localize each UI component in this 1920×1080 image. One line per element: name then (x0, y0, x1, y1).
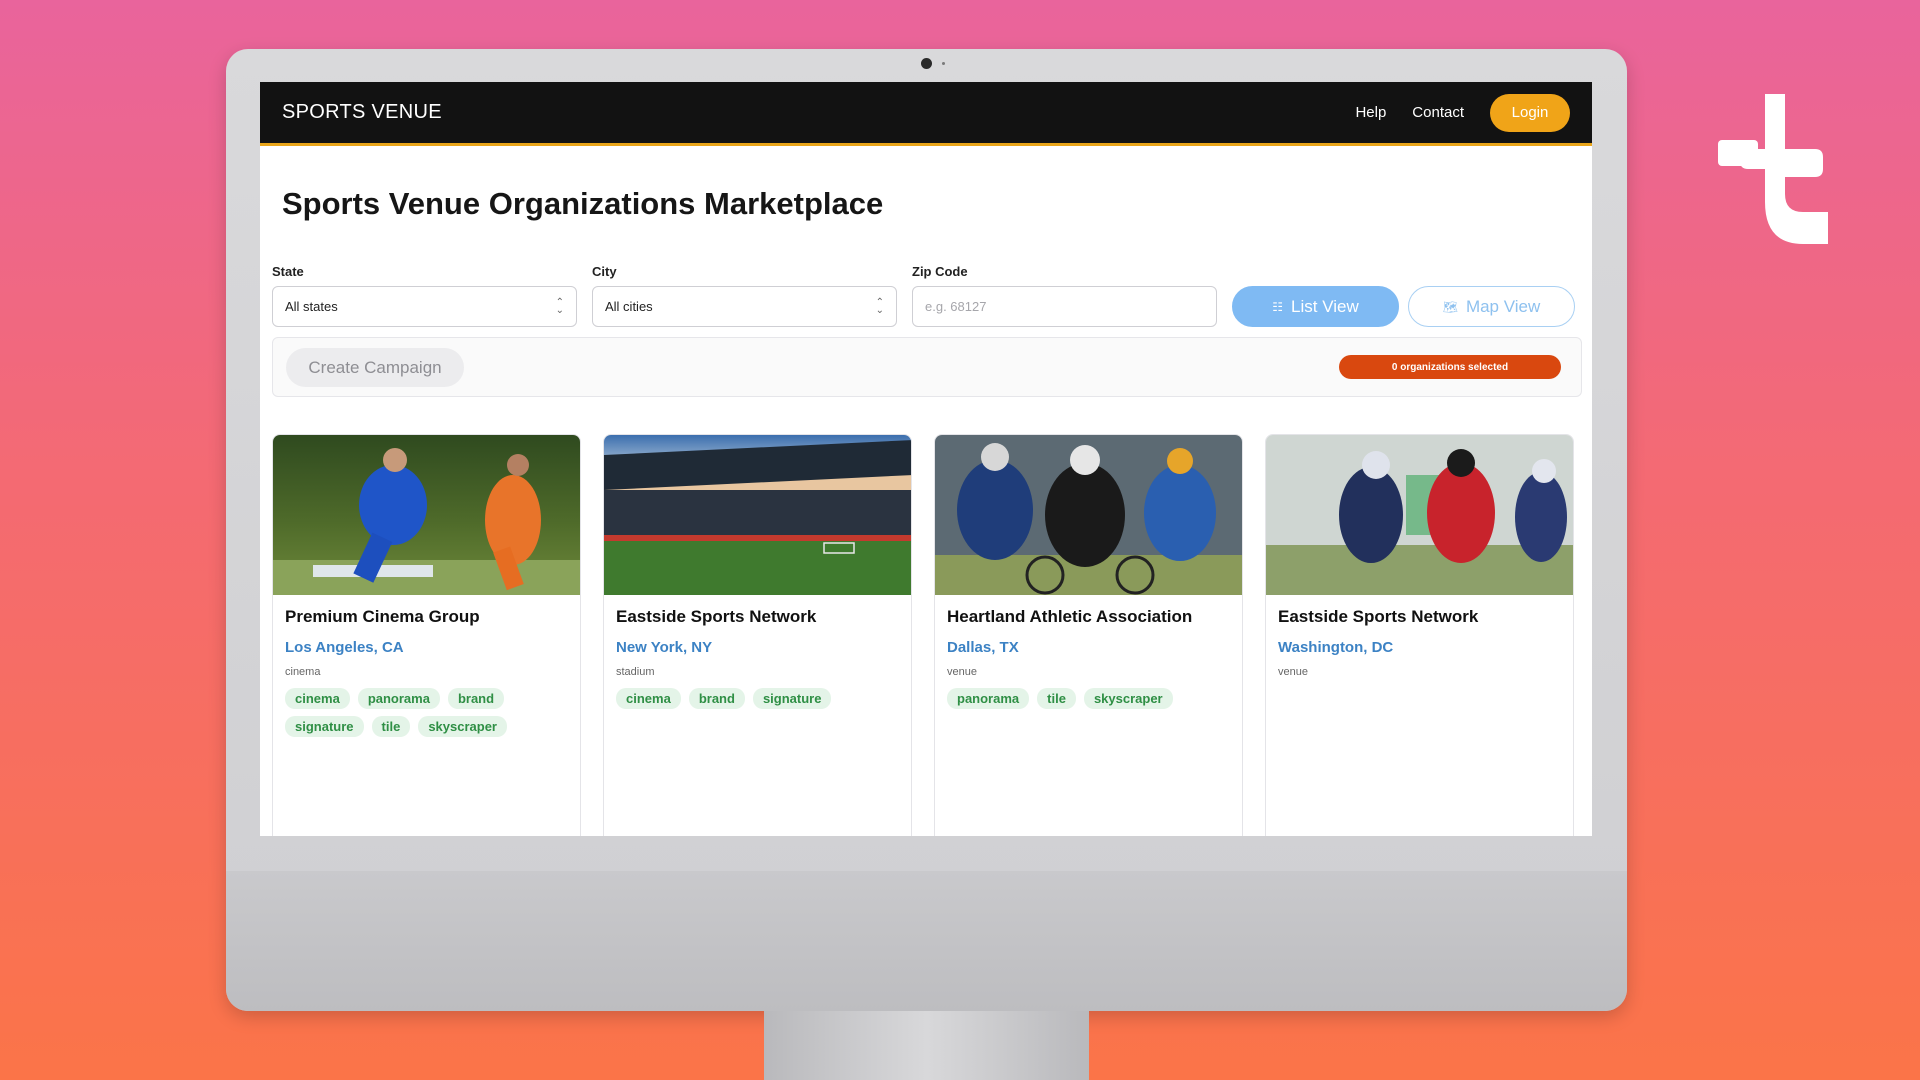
app-screen: SPORTS VENUE Help Contact Login Sports V… (260, 82, 1592, 836)
tag: panorama (357, 688, 440, 709)
org-card[interactable]: Eastside Sports Network New York, NY sta… (603, 434, 912, 836)
select-arrows-icon: ⌃ ⌄ (555, 296, 564, 316)
tag: signature (285, 716, 364, 737)
list-view-label: List View (1291, 296, 1359, 316)
city-label: City (592, 264, 617, 279)
state-label: State (272, 264, 304, 279)
card-image-cyclists (935, 435, 1242, 595)
tag: tile (1037, 688, 1076, 709)
zip-label: Zip Code (912, 264, 968, 279)
card-location[interactable]: Los Angeles, CA (285, 639, 568, 656)
map-icon: 🗺 (1442, 299, 1458, 314)
card-tags: cinema panorama brand signature tile sky… (285, 688, 525, 737)
org-card[interactable]: Heartland Athletic Association Dallas, T… (934, 434, 1243, 836)
card-category: venue (947, 666, 977, 678)
camera-sensor (942, 62, 945, 65)
selection-count-badge: 0 organizations selected (1339, 355, 1561, 379)
state-select[interactable]: All states ⌃ ⌄ (272, 286, 577, 327)
login-button[interactable]: Login (1490, 93, 1570, 132)
list-view-button[interactable]: ☷ List View (1232, 286, 1399, 327)
tag: tile (371, 716, 411, 737)
card-location[interactable]: New York, NY (616, 639, 899, 656)
camera-icon (921, 58, 932, 69)
card-title[interactable]: Heartland Athletic Association (947, 607, 1230, 627)
city-select-value: All cities (605, 299, 653, 314)
card-location[interactable]: Dallas, TX (947, 639, 1230, 656)
select-arrows-icon: ⌃ ⌄ (875, 296, 884, 316)
tag: skyscraper (1083, 688, 1173, 709)
card-category: stadium (616, 666, 655, 678)
nav-link-contact[interactable]: Contact (1412, 104, 1464, 121)
city-select[interactable]: All cities ⌃ ⌄ (592, 286, 897, 327)
brand-logo-icon (1718, 94, 1828, 244)
tag: cinema (285, 688, 350, 709)
tag: cinema (616, 688, 681, 709)
monitor-chin (226, 871, 1627, 1011)
card-category: venue (1278, 666, 1308, 678)
map-view-button[interactable]: 🗺 Map View (1408, 286, 1575, 327)
card-image-soccer (273, 435, 580, 595)
tag: skyscraper (418, 716, 507, 737)
tag: panorama (947, 688, 1030, 709)
card-title[interactable]: Eastside Sports Network (616, 607, 899, 627)
card-category: cinema (285, 666, 321, 678)
card-tags: cinema brand signature (616, 688, 856, 709)
state-select-value: All states (285, 299, 338, 314)
create-campaign-button[interactable]: Create Campaign (286, 348, 464, 387)
card-tags: panorama tile skyscraper (947, 688, 1187, 709)
site-logo[interactable]: SPORTS VENUE (282, 101, 442, 124)
list-icon: ☷ (1272, 299, 1284, 314)
zip-code-input[interactable] (912, 286, 1217, 327)
navbar: SPORTS VENUE Help Contact Login (260, 82, 1592, 146)
page-title: Sports Venue Organizations Marketplace (282, 186, 884, 221)
nav-links: Help Contact Login (1355, 93, 1570, 132)
nav-link-help[interactable]: Help (1355, 104, 1386, 121)
campaign-toolbar: Create Campaign 0 organizations selected (272, 337, 1582, 397)
map-view-label: Map View (1465, 296, 1541, 316)
card-title[interactable]: Eastside Sports Network (1278, 607, 1561, 627)
card-location[interactable]: Washington, DC (1278, 639, 1561, 656)
tag: brand (688, 688, 745, 709)
org-card[interactable]: Premium Cinema Group Los Angeles, CA cin… (272, 434, 581, 836)
tag: brand (447, 688, 505, 709)
card-title[interactable]: Premium Cinema Group (285, 607, 568, 627)
tag: signature (752, 688, 832, 709)
monitor-stand (764, 1011, 1089, 1080)
card-image-football (1266, 435, 1573, 595)
card-image-stadium (604, 435, 911, 595)
org-card[interactable]: Eastside Sports Network Washington, DC v… (1265, 434, 1574, 836)
